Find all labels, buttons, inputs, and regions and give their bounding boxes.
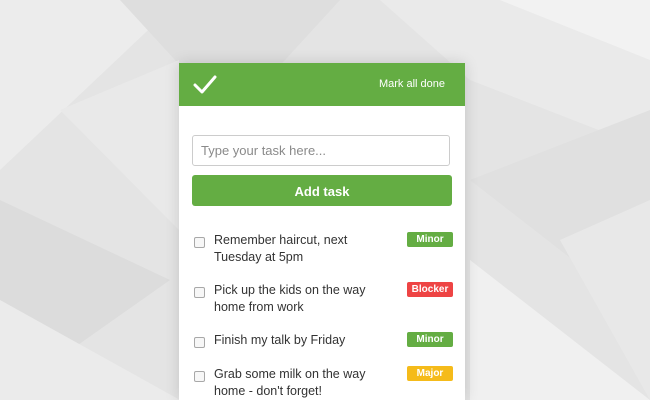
mark-all-done-link[interactable]: Mark all done <box>379 77 445 92</box>
card-header: Mark all done <box>179 63 465 106</box>
todo-card: Mark all done Add task Remember haircut,… <box>179 63 465 400</box>
checkmark-icon <box>193 75 217 94</box>
task-text: Remember haircut, next Tuesday at 5pm <box>214 233 348 264</box>
task-text: Finish my talk by Friday <box>214 333 346 347</box>
priority-badge: Blocker <box>407 282 453 297</box>
task-text: Pick up the kids on the way home from wo… <box>214 283 366 314</box>
priority-badge: Minor <box>407 232 453 247</box>
task-checkbox[interactable] <box>194 371 205 382</box>
task-checkbox[interactable] <box>194 287 205 298</box>
task-checkbox[interactable] <box>194 237 205 248</box>
priority-badge: Minor <box>407 332 453 347</box>
task-input[interactable] <box>192 135 450 166</box>
task-checkbox[interactable] <box>194 337 205 348</box>
priority-badge: Major <box>407 366 453 381</box>
add-task-button[interactable]: Add task <box>192 175 452 206</box>
task-text: Grab some milk on the way home - don't f… <box>214 367 366 398</box>
